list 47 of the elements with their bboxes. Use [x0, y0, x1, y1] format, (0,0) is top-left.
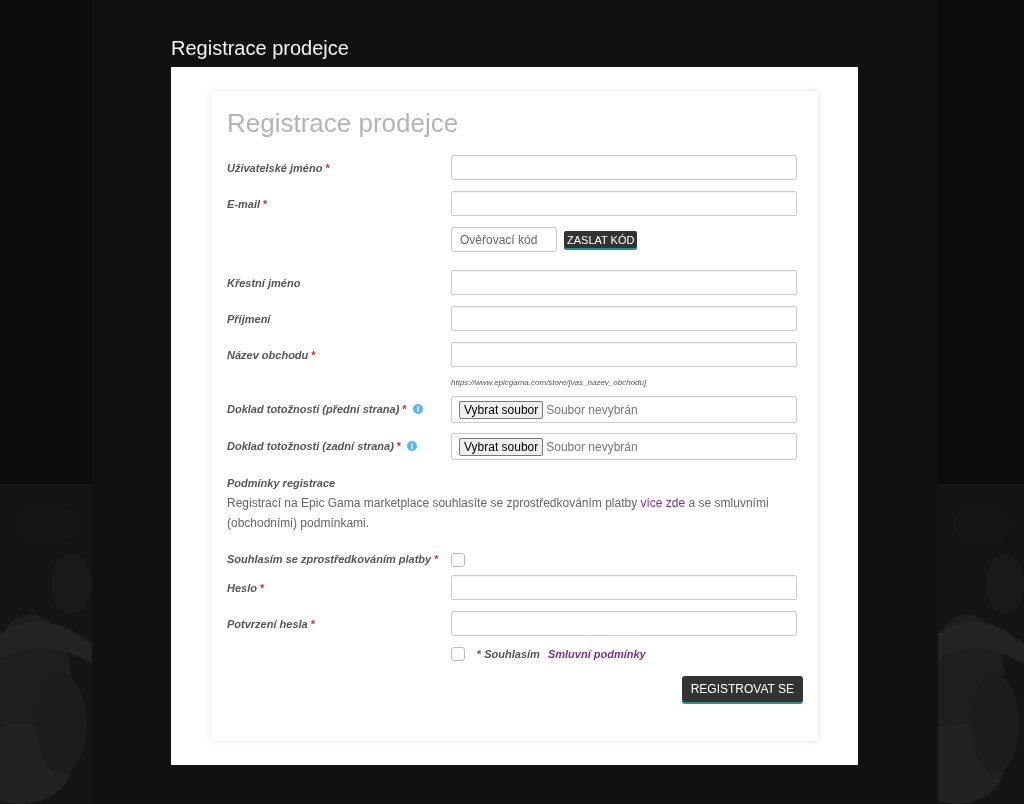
info-icon[interactable]	[412, 404, 423, 414]
required-mark: *	[434, 553, 439, 565]
required-mark: *	[325, 162, 330, 174]
choose-file-button[interactable]: Vybrat soubor	[459, 437, 544, 456]
verification-code-field[interactable]: Ověřovací kód	[451, 227, 557, 252]
file-field[interactable]: Vybrat soubor Soubor nevybrán	[451, 396, 797, 423]
send-code-button[interactable]: ZASLAT KÓD	[564, 231, 638, 248]
text-field[interactable]	[451, 191, 797, 216]
required-mark: *	[259, 582, 265, 594]
field-label: Příjmení	[227, 313, 271, 325]
checkbox[interactable]	[451, 553, 465, 567]
field-label: Křestní jméno	[227, 277, 301, 289]
register-button[interactable]: REGISTROVAT SE	[681, 676, 803, 702]
required-mark: *	[311, 349, 316, 361]
url-hint: https://www.epicgama.com/store/[vas_nazev_obchodu]	[451, 378, 648, 387]
file-field[interactable]: Vybrat soubor Soubor nevybrán	[451, 433, 797, 460]
terms-link[interactable]: Smluvní podmínky	[547, 648, 646, 660]
field-label: Doklad totožnosti (přední strana)	[227, 403, 400, 415]
field-label: Uživatelské jméno	[227, 162, 323, 174]
field-label: Heslo	[227, 582, 257, 594]
password-field[interactable]	[451, 611, 797, 636]
field-label: E-mail	[227, 198, 260, 210]
text-field[interactable]	[451, 306, 797, 331]
field-label: Potvrzení hesla	[227, 618, 308, 630]
checkbox[interactable]	[451, 647, 465, 661]
password-field[interactable]	[451, 575, 797, 600]
section-heading: Podmínky registrace	[227, 477, 336, 489]
info-icon[interactable]	[407, 441, 418, 451]
page-title: Registrace prodejce	[171, 37, 350, 61]
required-mark: *	[310, 618, 315, 630]
text-field[interactable]	[451, 155, 797, 180]
file-status: Soubor nevybrán	[546, 439, 638, 454]
field-label: Název obchodu	[227, 349, 309, 361]
field-label: Doklad totožnosti (zadní strana)	[227, 440, 394, 452]
required-mark: *	[263, 198, 268, 210]
checkbox-label: Souhlasím	[484, 648, 540, 660]
text-field[interactable]	[451, 342, 797, 367]
choose-file-button[interactable]: Vybrat soubor	[459, 400, 544, 419]
more-link[interactable]: více zde	[640, 496, 686, 510]
form-title: Registrace prodejce	[227, 107, 460, 139]
field-label: Souhlasím se zprostředkováním platby	[227, 553, 432, 565]
terms-text: Registrací na Epic Gama marketplace souhlasíte se zprostředkováním platby více zde a se smluvními (obchodními) podmínkami.	[227, 495, 770, 532]
required-mark: *	[402, 403, 407, 415]
required-mark: *	[396, 440, 402, 452]
required-mark: *	[477, 648, 482, 660]
file-status: Soubor nevybrán	[546, 402, 638, 417]
text-field[interactable]	[451, 270, 797, 295]
